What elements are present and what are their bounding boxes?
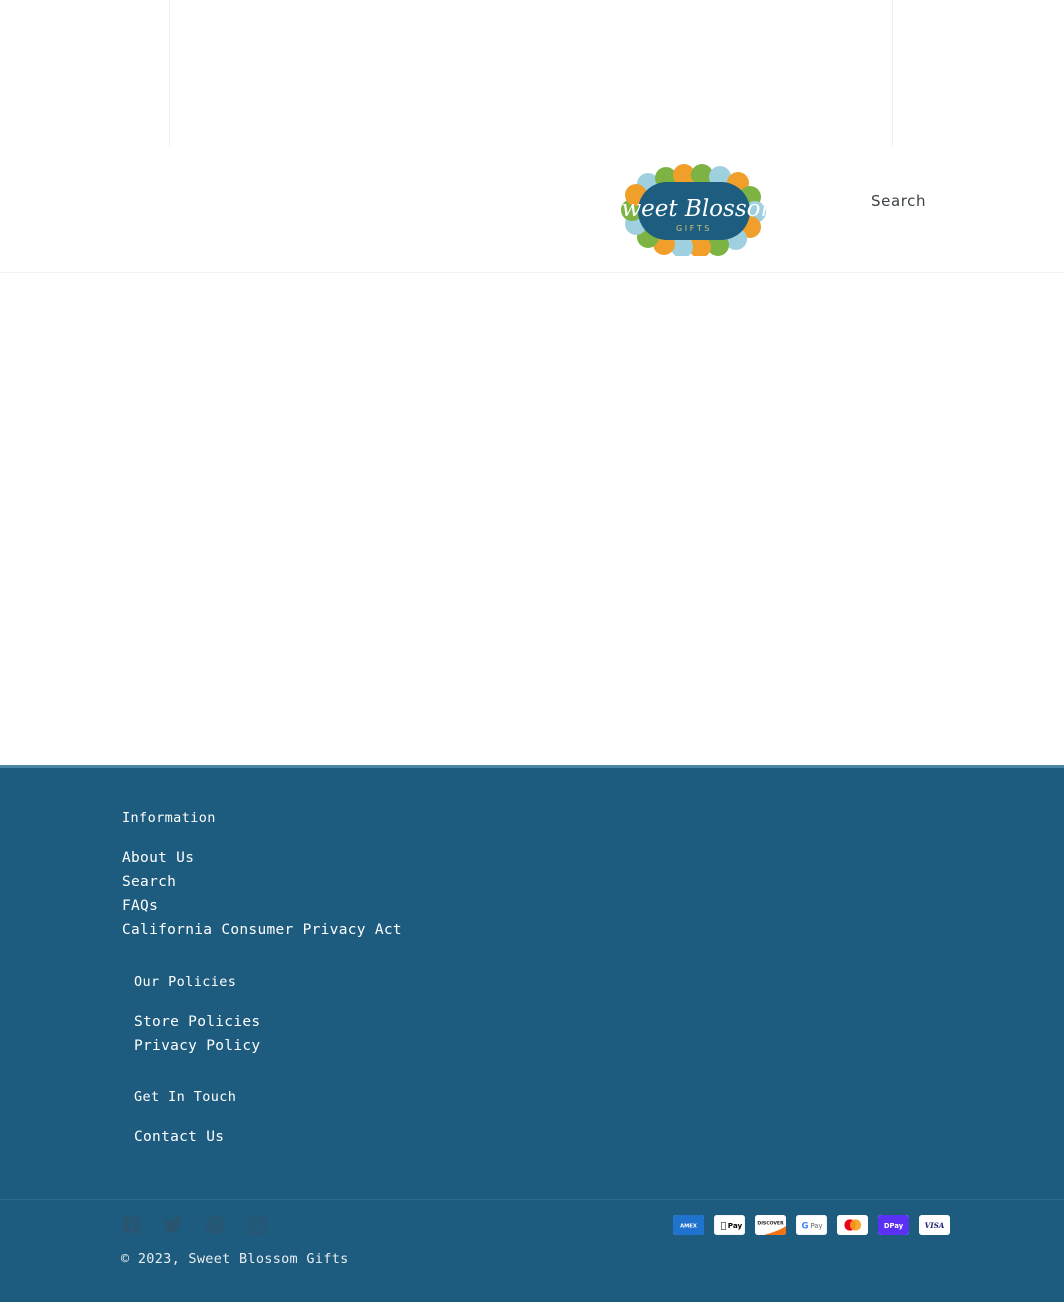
header-search-link[interactable]: Search — [871, 192, 926, 210]
footer-bottom-bar: © 2023, Sweet Blossom Gifts AMEX  Pay — [0, 1199, 1064, 1302]
content-rule-right — [892, 0, 893, 146]
american-express-icon: AMEX — [673, 1215, 704, 1235]
payment-icons: AMEX  Pay DISCOVER — [673, 1215, 950, 1235]
footer-links-get-in-touch: Contact Us — [134, 1125, 236, 1149]
shop-pay-icon: DPay — [878, 1215, 909, 1235]
svg-text:VISA: VISA — [925, 1221, 945, 1230]
visa-icon: VISA — [919, 1215, 950, 1235]
footer-links-information: About Us Search FAQs California Consumer… — [122, 846, 402, 942]
footer-block-information: Information About Us Search FAQs Califor… — [122, 809, 402, 942]
svg-text:Pay: Pay — [728, 1221, 743, 1230]
footer-link-contact-us[interactable]: Contact Us — [134, 1125, 236, 1149]
footer-block-our-policies: Our Policies Store Policies Privacy Poli… — [134, 973, 260, 1058]
svg-text:Sweet Blossom: Sweet Blossom — [616, 196, 774, 222]
discover-icon: DISCOVER — [755, 1215, 786, 1235]
apple-pay-icon:  Pay — [714, 1215, 745, 1235]
footer-link-store-policies[interactable]: Store Policies — [134, 1010, 260, 1034]
announcement-region — [0, 0, 1064, 146]
footer-link-ccpa[interactable]: California Consumer Privacy Act — [122, 918, 402, 942]
footer-link-privacy-policy[interactable]: Privacy Policy — [134, 1034, 260, 1058]
google-pay-icon: G Pay — [796, 1215, 827, 1235]
svg-text:AMEX: AMEX — [680, 1223, 697, 1229]
footer-link-faqs[interactable]: FAQs — [122, 894, 402, 918]
instagram-icon[interactable] — [246, 1214, 268, 1236]
footer-link-search[interactable]: Search — [122, 870, 402, 894]
pinterest-icon[interactable] — [204, 1214, 226, 1236]
svg-text:DPay: DPay — [884, 1222, 904, 1230]
copyright-text: © 2023, Sweet Blossom Gifts — [121, 1251, 349, 1267]
twitter-icon[interactable] — [162, 1214, 184, 1236]
footer-block-get-in-touch: Get In Touch Contact Us — [134, 1088, 236, 1149]
svg-text:DISCOVER: DISCOVER — [757, 1221, 784, 1227]
facebook-icon[interactable] — [120, 1214, 142, 1236]
site-footer: Information About Us Search FAQs Califor… — [0, 765, 1064, 1302]
content-rule-left — [169, 0, 170, 146]
site-logo[interactable]: Sweet Blossom GIFTS — [616, 164, 774, 256]
mastercard-icon — [837, 1215, 868, 1235]
footer-heading-our-policies: Our Policies — [134, 974, 237, 990]
svg-text:GIFTS: GIFTS — [676, 224, 712, 233]
main-content — [0, 273, 1064, 765]
site-header: Sweet Blossom GIFTS Search — [0, 146, 1064, 273]
footer-links-our-policies: Store Policies Privacy Policy — [134, 1010, 260, 1058]
svg-text:Pay: Pay — [811, 1222, 823, 1230]
social-links — [120, 1214, 268, 1236]
svg-text:G: G — [802, 1221, 809, 1231]
footer-link-about-us[interactable]: About Us — [122, 846, 402, 870]
footer-heading-information: Information — [122, 810, 216, 826]
svg-text::  — [721, 1222, 726, 1232]
footer-heading-get-in-touch: Get In Touch — [134, 1089, 237, 1105]
